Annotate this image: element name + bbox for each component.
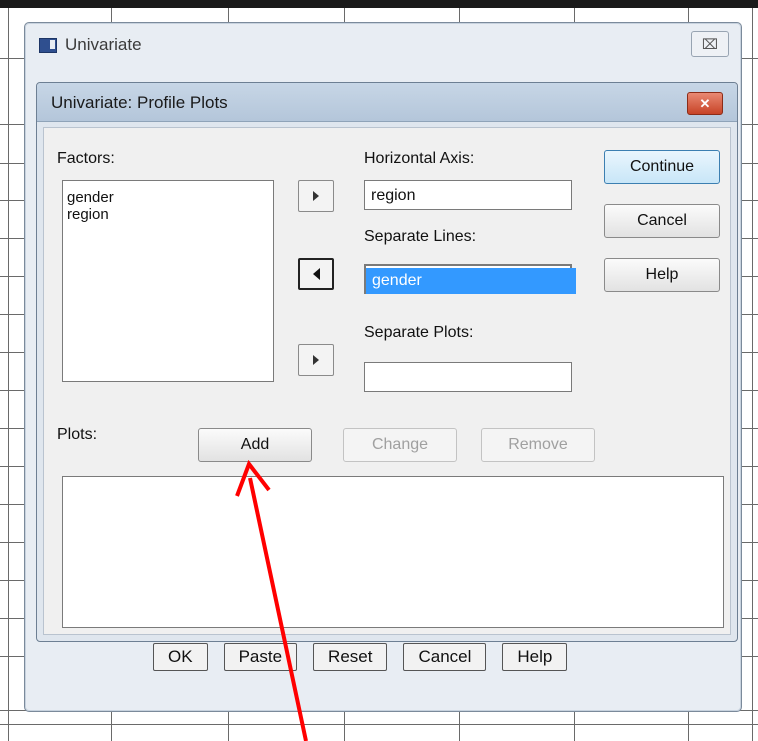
horizontal-axis-field[interactable]: region <box>364 180 572 210</box>
grid-line <box>344 710 345 741</box>
grid-line <box>740 352 758 353</box>
move-from-separate-lines-button[interactable] <box>298 258 334 290</box>
remove-button[interactable]: Remove <box>481 428 595 462</box>
grid-line <box>740 314 758 315</box>
grid-line <box>740 466 758 467</box>
grid-line <box>111 710 112 741</box>
factors-label: Factors: <box>57 150 115 167</box>
move-to-horizontal-axis-button[interactable] <box>298 180 334 212</box>
grid-line <box>0 58 24 59</box>
factors-list[interactable]: gender region <box>62 180 274 382</box>
move-to-separate-plots-button[interactable] <box>298 344 334 376</box>
spss-app-icon <box>39 37 57 53</box>
horizontal-axis-label: Horizontal Axis: <box>364 150 475 167</box>
add-button[interactable]: Add <box>198 428 312 462</box>
univariate-close-button[interactable]: ⌧ <box>691 31 729 57</box>
grid-line <box>752 8 753 741</box>
profile-plots-close-button[interactable]: ✕ <box>687 92 723 115</box>
grid-line <box>8 8 9 741</box>
grid-line <box>111 8 112 22</box>
univariate-button-row: OK Paste Reset Cancel Help <box>153 643 568 671</box>
grid-line <box>459 8 460 22</box>
separate-plots-label: Separate Plots: <box>364 324 474 341</box>
profile-plots-dialog: Univariate: Profile Plots ✕ Factors: gen… <box>36 82 738 642</box>
grid-line <box>740 124 758 125</box>
univariate-cancel-button[interactable]: Cancel <box>403 643 487 671</box>
factor-item-region[interactable]: region <box>63 206 273 223</box>
help-button[interactable]: Help <box>604 258 720 292</box>
grid-line <box>740 276 758 277</box>
arrow-left-icon <box>312 268 320 280</box>
grid-line <box>740 618 758 619</box>
separate-plots-field[interactable] <box>364 362 572 392</box>
grid-line <box>688 8 689 22</box>
grid-line <box>740 504 758 505</box>
plots-list[interactable] <box>62 476 724 628</box>
paste-button[interactable]: Paste <box>223 643 298 671</box>
grid-line <box>740 656 758 657</box>
grid-line <box>574 8 575 22</box>
grid-line <box>459 710 460 741</box>
profile-plots-titlebar: Univariate: Profile Plots ✕ <box>37 83 737 122</box>
univariate-title-text: Univariate <box>65 35 142 54</box>
grid-line <box>740 542 758 543</box>
grid-line <box>0 724 758 725</box>
plots-label: Plots: <box>57 426 98 443</box>
grid-line <box>740 58 758 59</box>
profile-plots-title: Univariate: Profile Plots <box>51 93 228 112</box>
grid-line <box>740 238 758 239</box>
arrow-right-icon <box>313 355 319 365</box>
grid-line <box>740 200 758 201</box>
reset-button[interactable]: Reset <box>313 643 388 671</box>
separate-lines-label: Separate Lines: <box>364 228 477 245</box>
factor-item-gender[interactable]: gender <box>63 189 273 206</box>
grid-line <box>228 710 229 741</box>
grid-line <box>574 710 575 741</box>
separate-lines-field[interactable]: gender <box>364 264 576 294</box>
ok-button[interactable]: OK <box>153 643 208 671</box>
grid-line <box>0 656 24 657</box>
grid-line <box>228 8 229 22</box>
grid-line <box>740 390 758 391</box>
grid-line <box>344 8 345 22</box>
separate-lines-value: gender <box>366 268 576 294</box>
profile-plots-body: Factors: gender region Horizontal Axis: … <box>43 127 731 635</box>
continue-button[interactable]: Continue <box>604 150 720 184</box>
cancel-button[interactable]: Cancel <box>604 204 720 238</box>
grid-line <box>740 163 758 164</box>
change-button[interactable]: Change <box>343 428 457 462</box>
window-top-bar <box>0 0 758 8</box>
grid-line <box>740 580 758 581</box>
grid-line <box>740 428 758 429</box>
arrow-right-icon <box>313 191 319 201</box>
univariate-title: Univariate <box>39 35 142 55</box>
grid-line <box>688 710 689 741</box>
univariate-help-button[interactable]: Help <box>502 643 568 671</box>
